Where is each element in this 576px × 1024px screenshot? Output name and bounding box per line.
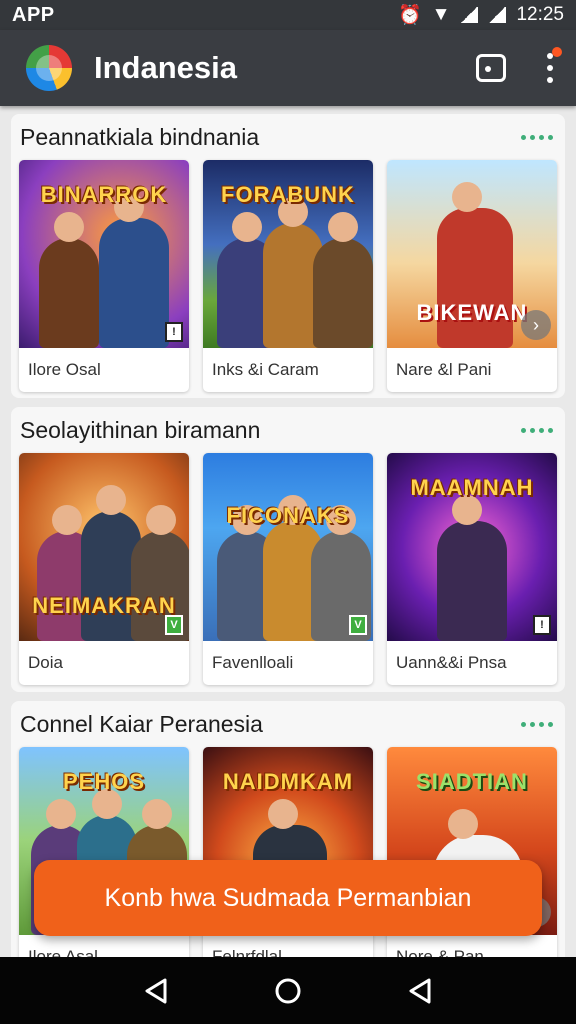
status-app-label: APP (12, 3, 55, 26)
status-icons: ⏰ ▼ 12:25 (398, 3, 564, 27)
character-figure (99, 192, 169, 348)
game-caption: Nare &l Pani (396, 360, 492, 379)
game-card[interactable]: FICONAKS V Favenlloali (203, 453, 373, 685)
game-art-title: FICONAKS (226, 503, 350, 528)
rating-badge: V (165, 615, 183, 635)
character-figure (313, 212, 373, 348)
character-figure (39, 212, 99, 348)
game-card[interactable]: BIKEWAN › Nare &l Pani (387, 160, 557, 392)
rating-badge: ! (165, 322, 183, 342)
more-vert-icon[interactable] (546, 47, 562, 83)
card-row: BINARROK ! Ilore Osal FORABUNK Inks &i C… (11, 160, 565, 392)
game-caption: Inks &i Caram (212, 360, 319, 379)
section-header: Peannatkiala bindnania (11, 114, 565, 160)
game-caption: Doia (28, 653, 63, 672)
card-row: NEIMAKRAN V Doia FICONAKS V Favenlloali … (11, 453, 565, 685)
game-art: MAAMNAH ! (387, 453, 557, 641)
game-art-title: PEHOS (62, 769, 146, 794)
section-header: Seolayithinan biramann (11, 407, 565, 453)
game-art: BIKEWAN › (387, 160, 557, 348)
game-art-title: NEIMAKRAN (32, 593, 176, 618)
game-caption: Favenlloali (212, 653, 294, 672)
game-caption: Ilore Osal (28, 360, 101, 379)
game-art-title: BINARROK (40, 182, 168, 207)
back-icon[interactable] (136, 971, 176, 1011)
recents-icon[interactable] (400, 971, 440, 1011)
more-dots-icon[interactable] (521, 134, 553, 140)
game-art: BINARROK ! (19, 160, 189, 348)
signal-icon-2 (488, 7, 507, 23)
rating-badge: V (349, 615, 367, 635)
game-art-title: SIADTIAN (416, 769, 528, 794)
globe-logo-icon (26, 45, 72, 91)
system-nav-bar (0, 957, 576, 1024)
game-art-title: NAIDMKAM (222, 769, 354, 794)
section-1: Peannatkiala bindnania BINARROK ! Ilore … (11, 114, 565, 398)
section-title: Connel Kaiar Peranesia (20, 710, 263, 737)
chevron-right-icon[interactable]: › (521, 310, 551, 340)
app-title: Indanesia (94, 50, 237, 85)
wifi-icon: ▼ (431, 4, 451, 25)
status-bar: APP ⏰ ▼ 12:25 (0, 0, 576, 30)
section-title: Seolayithinan biramann (20, 416, 261, 443)
game-card[interactable]: NEIMAKRAN V Doia (19, 453, 189, 685)
signal-icon (460, 7, 479, 23)
game-card[interactable]: BINARROK ! Ilore Osal (19, 160, 189, 392)
rating-badge: ! (533, 615, 551, 635)
character-figure (437, 495, 507, 641)
app-actions (476, 47, 562, 83)
more-dots-icon[interactable] (521, 721, 553, 727)
game-art-title: MAAMNAH (410, 475, 534, 500)
section-header: Connel Kaiar Peranesia (11, 701, 565, 747)
alarm-icon: ⏰ (397, 5, 422, 26)
home-icon[interactable] (268, 971, 308, 1011)
game-caption: Uann&&i Pnsa (396, 653, 507, 672)
status-time: 12:25 (516, 4, 564, 25)
game-art-title: FORABUNK (221, 182, 355, 207)
game-card[interactable]: FORABUNK Inks &i Caram (203, 160, 373, 392)
game-art: FICONAKS V (203, 453, 373, 641)
more-dots-icon[interactable] (521, 427, 553, 433)
notification-dot (552, 47, 562, 57)
section-2: Seolayithinan biramann NEIMAKRAN V Doia … (11, 407, 565, 692)
cast-icon[interactable] (476, 54, 506, 82)
game-card[interactable]: MAAMNAH ! Uann&&i Pnsa (387, 453, 557, 685)
section-title: Peannatkiala bindnania (20, 123, 260, 150)
game-art: FORABUNK (203, 160, 373, 348)
primary-cta-button[interactable]: Konb hwa Sudmada Permanbian (34, 860, 542, 936)
app-bar: Indanesia (0, 30, 576, 106)
character-figure (437, 182, 513, 348)
game-art: NEIMAKRAN V (19, 453, 189, 641)
